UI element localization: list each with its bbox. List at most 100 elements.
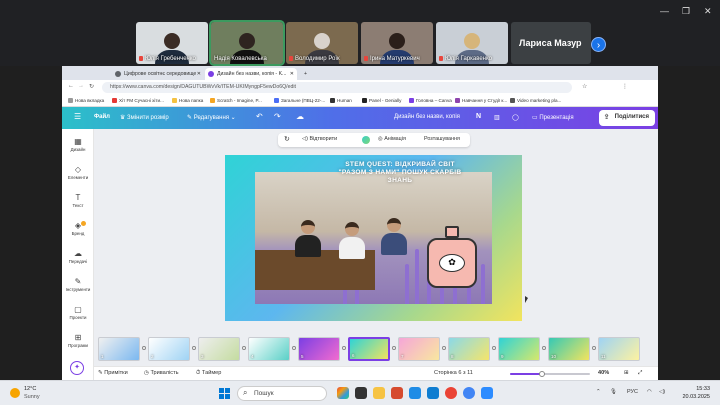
page-thumbnail[interactable]: 2 — [148, 337, 190, 361]
rotate-icon[interactable]: ↻ — [284, 135, 290, 143]
bookmark[interactable]: Головна – Canva — [409, 98, 452, 103]
participant-tile[interactable]: Володимир Роїк — [286, 22, 358, 64]
page-thumbnail[interactable]: 9 — [498, 337, 540, 361]
user-avatar[interactable]: N — [476, 113, 481, 120]
bookmark[interactable]: Нова вкладка — [68, 98, 104, 103]
sidebar-item-text[interactable]: T Текст — [62, 193, 94, 208]
resize-button[interactable]: ♛ Змінити розмір — [120, 114, 169, 121]
sidebar-item-elements[interactable]: ◇ Елементи — [62, 165, 94, 180]
zoom-slider-handle[interactable] — [539, 371, 545, 377]
url-input[interactable]: https://www.canva.com/design/DAGUTUBWvVk… — [102, 82, 572, 93]
undo-icon[interactable]: ↶ — [256, 112, 263, 121]
home-menu-icon[interactable]: ☰ — [74, 112, 81, 121]
maximize-icon[interactable]: ❐ — [682, 6, 690, 17]
grid-view-icon[interactable]: ⊞ — [624, 370, 629, 376]
bookmark[interactable]: Навчання у Студії к... — [455, 98, 507, 103]
animation-button[interactable]: ◎ Анімація — [378, 136, 406, 142]
transition-icon[interactable] — [542, 346, 546, 350]
start-button[interactable] — [219, 388, 230, 399]
page-thumbnail[interactable]: 7 — [398, 337, 440, 361]
transition-icon[interactable] — [442, 346, 446, 350]
close-icon[interactable]: ✕ — [704, 6, 712, 17]
language-indicator[interactable]: РУС — [627, 389, 638, 395]
bookmark[interactable]: Human — [330, 98, 352, 103]
editing-mode-button[interactable]: ✎ Редагування ⌄ — [187, 114, 236, 121]
zoom-slider[interactable] — [510, 371, 590, 377]
bookmark[interactable]: Panel - Genially — [362, 98, 401, 103]
sidebar-item-projects[interactable]: ▢ Проекти — [62, 305, 94, 320]
wifi-icon[interactable]: ◠ — [647, 389, 652, 395]
microphone-icon[interactable]: 🎙 — [610, 389, 617, 395]
bookmark[interactable]: Нова папка — [172, 98, 203, 103]
sidebar-item-design[interactable]: ▦ Дизайн — [62, 137, 94, 152]
transition-icon[interactable] — [492, 346, 496, 350]
page-thumbnail[interactable]: 1 — [98, 337, 140, 361]
file-explorer-icon[interactable] — [373, 387, 385, 399]
chrome-icon[interactable] — [445, 387, 457, 399]
page-thumbnail[interactable]: 5 — [298, 337, 340, 361]
participant-tile[interactable]: Ірина Матуркевич — [361, 22, 433, 64]
duration-button[interactable]: ◷ Тривалість — [144, 370, 179, 376]
zoom-level[interactable]: 40% — [598, 370, 609, 376]
position-button[interactable]: Розташування — [424, 136, 460, 142]
copilot-icon[interactable] — [337, 387, 349, 399]
playback-button[interactable]: ◁) Відтворити — [302, 136, 337, 142]
fullscreen-icon[interactable]: ⤢ — [638, 370, 642, 377]
bookmark[interactable]: Хіт FM Сучасні хіти... — [112, 98, 164, 103]
color-swatch[interactable] — [362, 136, 370, 144]
tab-canva-design[interactable]: Дизайн без назви, копія - K... ✕ — [205, 68, 297, 80]
transition-icon[interactable] — [592, 346, 596, 350]
transition-icon[interactable] — [392, 346, 396, 350]
reload-icon[interactable]: ↻ — [89, 83, 94, 90]
office-icon[interactable] — [391, 387, 403, 399]
tab-digital-environment[interactable]: Цифрове освітнє середовище ✕ — [112, 68, 204, 80]
forward-icon[interactable]: → — [78, 83, 84, 89]
redo-icon[interactable]: ↷ — [274, 112, 281, 121]
featured-participant[interactable]: Лариса Мазур — [511, 22, 591, 64]
close-tab-icon[interactable]: ✕ — [197, 71, 201, 77]
chrome-profile-icon[interactable] — [463, 387, 475, 399]
transition-icon[interactable] — [292, 346, 296, 350]
comment-icon[interactable]: ◯ — [512, 114, 519, 121]
volume-icon[interactable]: ◁) — [659, 389, 665, 395]
transition-icon[interactable] — [142, 346, 146, 350]
back-icon[interactable]: ← — [68, 83, 74, 89]
next-participants-button[interactable]: › — [591, 37, 606, 52]
page-thumbnail[interactable]: 11 — [598, 337, 640, 361]
new-tab-button[interactable]: + — [300, 68, 311, 80]
participant-tile-active[interactable]: Надія Ковалевська — [209, 20, 285, 66]
present-button[interactable]: ▭ Презентація — [532, 114, 574, 121]
page-thumbnail[interactable]: 3 — [198, 337, 240, 361]
menu-icon[interactable]: ⋮ — [622, 83, 628, 90]
timer-button[interactable]: ⏱ Таймер — [196, 370, 221, 377]
page-thumbnail[interactable]: 8 — [448, 337, 490, 361]
file-menu[interactable]: Файл — [94, 114, 110, 120]
page-thumbnail[interactable]: 10 — [548, 337, 590, 361]
transition-icon[interactable] — [242, 346, 246, 350]
bookmark[interactable]: Загальне (ПВЦ-22-... — [274, 98, 325, 103]
mail-icon[interactable] — [427, 387, 439, 399]
notes-button[interactable]: ✎ Примітки — [98, 370, 128, 376]
share-button[interactable]: Поділитися — [598, 110, 655, 126]
current-slide[interactable]: ✿ STEM QUEST: ВІДКРИВАЙ СВІТ "РАЗОМ З НА… — [225, 155, 522, 321]
cloud-save-icon[interactable]: ☁ — [296, 112, 304, 121]
page-thumbnail-selected[interactable]: 6 — [348, 337, 390, 361]
bookmark[interactable]: Scratch - Imagine, P... — [210, 98, 262, 103]
minimize-icon[interactable]: — — [660, 6, 669, 16]
transition-icon[interactable] — [192, 346, 196, 350]
sidebar-item-apps[interactable]: ⊞ Програми — [62, 333, 94, 348]
slide-title[interactable]: STEM QUEST: ВІДКРИВАЙ СВІТ "РАЗОМ З НАМИ… — [335, 161, 465, 185]
tray-chevron-icon[interactable]: ⌃ — [596, 389, 601, 395]
transition-icon[interactable] — [342, 346, 346, 350]
bookmark[interactable]: Video marketing pla... — [510, 98, 561, 103]
star-icon[interactable]: ☆ — [582, 83, 587, 90]
document-title[interactable]: Дизайн без назви, копія — [394, 114, 460, 120]
close-tab-icon[interactable]: ✕ — [290, 71, 294, 77]
page-thumbnail[interactable]: 4 — [248, 337, 290, 361]
edge-icon[interactable] — [409, 387, 421, 399]
slide-photo[interactable]: ✿ — [255, 172, 492, 304]
system-clock[interactable]: 15:33 20.03.2025 — [682, 385, 710, 401]
chart-icon[interactable]: ▥ — [494, 114, 500, 121]
participant-tile[interactable]: Юлія Гребенченко — [136, 22, 208, 64]
zoom-app-icon[interactable] — [481, 387, 493, 399]
